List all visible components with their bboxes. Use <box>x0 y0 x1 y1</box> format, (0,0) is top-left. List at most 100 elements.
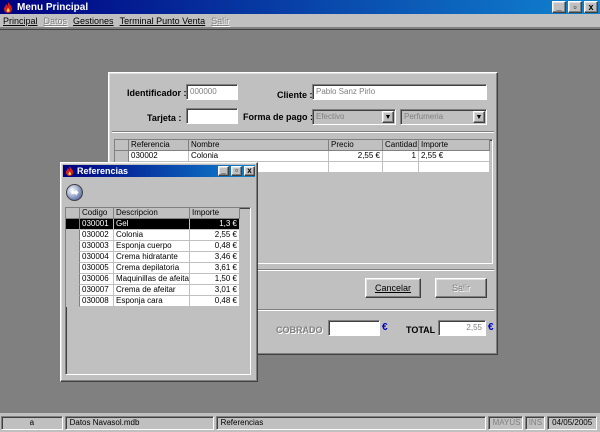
cell-importe: 3,01 € <box>190 285 240 296</box>
forma-pago-value: Efectivo <box>316 112 345 121</box>
cell-descripcion: Esponja cuerpo <box>114 241 190 252</box>
row-selector[interactable] <box>66 230 80 241</box>
euro-icon: € <box>382 322 388 333</box>
col-cantidad[interactable]: Cantidad <box>383 140 419 151</box>
divider <box>112 131 494 133</box>
row-selector[interactable] <box>66 296 80 307</box>
cell-referencia: 030002 <box>129 151 189 162</box>
close-button[interactable]: x <box>244 166 255 176</box>
status-ins: INS <box>525 415 546 430</box>
cell-importe: 1,3 € <box>190 219 240 230</box>
cell-codigo: 030002 <box>80 230 114 241</box>
table-row[interactable]: 030006 Maquinillas de afeitar 1,50 € <box>66 274 250 285</box>
app-flame-icon <box>65 166 74 176</box>
minimize-button[interactable]: _ <box>218 166 229 176</box>
cell-codigo: 030005 <box>80 263 114 274</box>
table-row[interactable]: 030002 Colonia 2,55 € <box>66 230 250 241</box>
table-row[interactable]: 030002 Colonia 2,55 € 1 2,55 € <box>115 151 492 162</box>
col-referencia[interactable]: Referencia <box>129 140 189 151</box>
cell-empty <box>329 162 383 173</box>
col-nombre[interactable]: Nombre <box>189 140 329 151</box>
cell-importe: 3,61 € <box>190 263 240 274</box>
table-row[interactable]: 030007 Crema de afeitar 3,01 € <box>66 285 250 296</box>
grid-header: Codigo Descripcion Importe <box>66 208 250 219</box>
menu-salir[interactable]: Salir <box>211 16 229 26</box>
row-selector-header <box>115 140 129 151</box>
cancel-button[interactable]: Cancelar <box>365 278 421 298</box>
row-selector[interactable] <box>66 274 80 285</box>
menu-terminal-punto-venta[interactable]: Terminal Punto Venta <box>120 16 206 26</box>
arrow-right-icon <box>71 189 79 196</box>
exit-button[interactable]: Salir <box>435 278 487 298</box>
row-selector[interactable] <box>66 241 80 252</box>
status-date: 04/05/2005 <box>547 415 597 430</box>
referencias-title: Referencias <box>77 166 129 176</box>
maximize-button[interactable]: ▫ <box>231 166 242 176</box>
seccion-value: Perfumeria <box>404 112 444 121</box>
menu-principal[interactable]: Principal <box>3 16 38 26</box>
row-selector[interactable] <box>66 252 80 263</box>
seccion-select[interactable]: Perfumeria ▼ <box>400 109 487 125</box>
cell-descripcion: Maquinillas de afeitar <box>114 274 190 285</box>
col-precio[interactable]: Precio <box>329 140 383 151</box>
referencias-titlebar[interactable]: Referencias _ ▫ x <box>63 165 255 177</box>
cell-codigo: 030001 <box>80 219 114 230</box>
cell-cantidad: 1 <box>383 151 419 162</box>
euro-icon: € <box>488 322 494 333</box>
cobrado-input[interactable] <box>328 320 380 336</box>
cell-importe: 1,50 € <box>190 274 240 285</box>
table-row[interactable]: 030004 Crema hidratante 3,46 € <box>66 252 250 263</box>
referencias-rows: ▶ 030001 Gel 1,3 €030002 Colonia 2,55 €030003… <box>66 219 250 307</box>
close-button[interactable]: x <box>584 1 598 13</box>
col-importe[interactable]: Importe <box>190 208 240 219</box>
col-codigo[interactable]: Codigo <box>80 208 114 219</box>
cell-codigo: 030007 <box>80 285 114 296</box>
cell-descripcion: Crema hidratante <box>114 252 190 263</box>
table-row[interactable]: 030003 Esponja cuerpo 0,48 € <box>66 241 250 252</box>
cell-codigo: 030004 <box>80 252 114 263</box>
status-caps: MAYÚS <box>487 415 524 430</box>
table-row[interactable]: ▶ 030001 Gel 1,3 € <box>66 219 250 230</box>
table-row[interactable]: 030005 Crema depilatoria 3,61 € <box>66 263 250 274</box>
cliente-input[interactable]: Pablo Sanz Pirlo <box>312 84 487 100</box>
identificador-input[interactable]: 000000 <box>186 84 238 100</box>
row-selector[interactable] <box>115 151 129 162</box>
cell-importe: 2,55 € <box>419 151 490 162</box>
forma-pago-select[interactable]: Efectivo ▼ <box>312 109 396 125</box>
cobrado-label: COBRADO <box>276 325 323 335</box>
cell-codigo: 030008 <box>80 296 114 307</box>
menu-datos[interactable]: Datos <box>44 16 68 26</box>
status-pane-1: a <box>1 415 63 430</box>
app-flame-icon <box>4 1 12 13</box>
chevron-down-icon[interactable]: ▼ <box>382 111 394 123</box>
minimize-button[interactable]: _ <box>552 1 566 13</box>
row-selector-header <box>66 208 80 219</box>
status-database: Datos Navasol.mdb <box>64 415 214 430</box>
navigate-icon[interactable] <box>66 184 83 201</box>
tarjeta-input[interactable] <box>186 108 238 124</box>
forma-pago-label: Forma de pago : <box>243 112 314 122</box>
main-titlebar: Menu Principal _ ▫ x <box>0 0 600 14</box>
chevron-down-icon[interactable]: ▼ <box>473 111 485 123</box>
window-title: Menu Principal <box>17 1 89 13</box>
tarjeta-label: Tarjeta : <box>147 113 182 123</box>
maximize-button[interactable]: ▫ <box>568 1 582 13</box>
status-form: Referencias <box>215 415 486 430</box>
col-descripcion[interactable]: Descripcion <box>114 208 190 219</box>
table-row[interactable]: 030008 Esponja cara 0,48 € <box>66 296 250 307</box>
total-label: TOTAL <box>406 325 436 335</box>
row-selector[interactable] <box>66 285 80 296</box>
cell-descripcion: Esponja cara <box>114 296 190 307</box>
menu-gestiones[interactable]: Gestiones <box>73 16 114 26</box>
col-importe[interactable]: Importe <box>419 140 490 151</box>
grid-header: Referencia Nombre Precio Cantidad Import… <box>115 140 492 151</box>
row-selector[interactable] <box>66 263 80 274</box>
cell-descripcion: Gel <box>114 219 190 230</box>
referencias-window: Referencias _ ▫ x Codigo Descripcion Imp… <box>60 162 258 382</box>
cell-descripcion: Crema depilatoria <box>114 263 190 274</box>
referencias-grid[interactable]: Codigo Descripcion Importe ▶ 030001 Gel 1,3… <box>65 207 251 375</box>
cell-empty <box>419 162 490 173</box>
row-selector[interactable]: ▶ <box>66 219 80 230</box>
cell-descripcion: Crema de afeitar <box>114 285 190 296</box>
cliente-label: Cliente : <box>277 90 313 100</box>
